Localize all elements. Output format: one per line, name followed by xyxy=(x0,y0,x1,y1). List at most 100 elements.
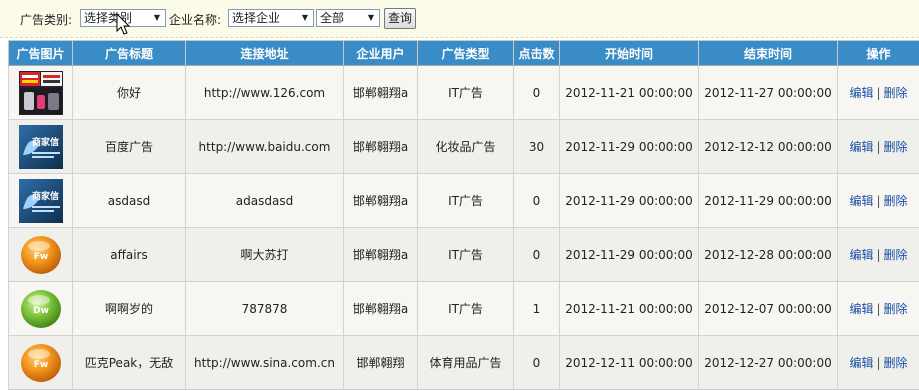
ad-end: 2012-12-27 00:00:00 xyxy=(698,335,838,390)
ad-start: 2012-12-11 00:00:00 xyxy=(559,335,699,390)
ad-actions: 编辑 | 删除 xyxy=(837,227,919,282)
ad-start: 2012-11-29 00:00:00 xyxy=(559,227,699,282)
dreamweaver-logo-icon[interactable]: Dw xyxy=(19,287,63,331)
ad-thumbnail-image[interactable]: 商家信 xyxy=(18,124,63,169)
col-header-image[interactable]: 广告图片 xyxy=(8,40,73,66)
ad-user: 邯郸翱翔a xyxy=(343,173,418,228)
company-label: 企业名称: xyxy=(169,13,222,27)
action-separator: | xyxy=(876,86,881,100)
company-select-value: 选择企业 xyxy=(232,11,281,25)
table-header-row: 广告图片 广告标题 连接地址 企业用户 广告类型 点击数 开始时间 结束时间 操… xyxy=(8,40,919,66)
query-button[interactable]: 查询 xyxy=(384,8,416,29)
chevron-down-icon: ▼ xyxy=(153,13,161,22)
ad-end: 2012-12-12 00:00:00 xyxy=(698,119,838,174)
ad-type: IT广告 xyxy=(417,65,514,120)
ad-user: 邯郸翱翔 xyxy=(343,335,418,390)
edit-link[interactable]: 编辑 xyxy=(849,356,873,370)
ad-thumbnail-image[interactable]: 商家信 xyxy=(18,178,63,223)
logo-text: Dw xyxy=(33,306,49,316)
delete-link[interactable]: 删除 xyxy=(884,302,908,316)
fireworks-logo-icon[interactable]: Fw xyxy=(19,233,63,277)
delete-link[interactable]: 删除 xyxy=(884,194,908,208)
action-separator: | xyxy=(876,356,881,370)
mouse-cursor-icon xyxy=(116,13,131,35)
delete-link[interactable]: 删除 xyxy=(884,356,908,370)
ad-type: 化妆品广告 xyxy=(417,119,514,174)
ad-image-cell xyxy=(8,65,73,120)
ad-user: 邯郸翱翔a xyxy=(343,65,418,120)
ad-type: 体育用品广告 xyxy=(417,335,514,390)
edit-link[interactable]: 编辑 xyxy=(849,302,873,316)
col-header-start[interactable]: 开始时间 xyxy=(559,40,699,66)
ad-type: IT广告 xyxy=(417,281,514,336)
filter-toolbar: 广告类别: 选择类别 ▼ 企业名称: 选择企业 ▼ 全部 ▼ 查询 xyxy=(0,0,919,38)
ad-url: adasdasd xyxy=(185,173,344,228)
ad-type: IT广告 xyxy=(417,227,514,282)
ad-image-cell: Fw xyxy=(8,335,73,390)
table-row: 你好 http://www.126.com 邯郸翱翔a IT广告 0 2012-… xyxy=(8,65,919,120)
col-header-type[interactable]: 广告类型 xyxy=(417,40,514,66)
ad-title: 百度广告 xyxy=(72,119,186,174)
ad-thumbnail-image[interactable] xyxy=(18,70,63,115)
ad-clicks: 0 xyxy=(513,65,560,120)
ad-end: 2012-11-29 00:00:00 xyxy=(698,173,838,228)
ad-url: http://www.sina.com.cn xyxy=(185,335,344,390)
table-row: Fw affairs 啊大苏打 邯郸翱翔a IT广告 0 2012-11-29 … xyxy=(8,227,919,282)
table-row: 商家信 百度广告 http://www.baidu.com 邯郸翱翔a 化妆品广… xyxy=(8,119,919,174)
ad-user: 邯郸翱翔a xyxy=(343,119,418,174)
ad-image-cell: Dw xyxy=(8,281,73,336)
fireworks-logo-icon[interactable]: Fw xyxy=(19,341,63,385)
ad-title: 啊啊岁的 xyxy=(72,281,186,336)
col-header-clicks[interactable]: 点击数 xyxy=(513,40,560,66)
ad-clicks: 0 xyxy=(513,227,560,282)
table-row: 商家信 asdasd adasdasd 邯郸翱翔a IT广告 0 2012-11… xyxy=(8,173,919,228)
ad-title: affairs xyxy=(72,227,186,282)
edit-link[interactable]: 编辑 xyxy=(849,194,873,208)
chevron-down-icon: ▼ xyxy=(367,13,375,22)
edit-link[interactable]: 编辑 xyxy=(849,86,873,100)
delete-link[interactable]: 删除 xyxy=(884,86,908,100)
ad-clicks: 0 xyxy=(513,173,560,228)
ad-image-cell: 商家信 xyxy=(8,173,73,228)
ad-end: 2012-12-07 00:00:00 xyxy=(698,281,838,336)
delete-link[interactable]: 删除 xyxy=(884,140,908,154)
ad-clicks: 0 xyxy=(513,335,560,390)
ad-user: 邯郸翱翔a xyxy=(343,281,418,336)
ad-image-cell: 商家信 xyxy=(8,119,73,174)
ad-actions: 编辑 | 删除 xyxy=(837,281,919,336)
category-label: 广告类别: xyxy=(20,13,73,27)
ad-url: http://www.baidu.com xyxy=(185,119,344,174)
ads-table: 广告图片 广告标题 连接地址 企业用户 广告类型 点击数 开始时间 结束时间 操… xyxy=(8,40,919,390)
ad-image-cell: Fw xyxy=(8,227,73,282)
action-separator: | xyxy=(876,302,881,316)
chevron-down-icon: ▼ xyxy=(301,13,309,22)
ad-actions: 编辑 | 删除 xyxy=(837,173,919,228)
ad-start: 2012-11-21 00:00:00 xyxy=(559,65,699,120)
col-header-user[interactable]: 企业用户 xyxy=(343,40,418,66)
ad-thumb-text: 商家信 xyxy=(32,136,59,148)
scope-select[interactable]: 全部 ▼ xyxy=(316,9,380,27)
ad-actions: 编辑 | 删除 xyxy=(837,65,919,120)
table-row: Fw 匹克Peak，无敌 http://www.sina.com.cn 邯郸翱翔… xyxy=(8,335,919,390)
col-header-title[interactable]: 广告标题 xyxy=(72,40,186,66)
col-header-end[interactable]: 结束时间 xyxy=(698,40,838,66)
ads-table-container: 广告图片 广告标题 连接地址 企业用户 广告类型 点击数 开始时间 结束时间 操… xyxy=(8,40,919,391)
edit-link[interactable]: 编辑 xyxy=(849,248,873,262)
col-header-actions: 操作 xyxy=(837,40,919,66)
ad-user: 邯郸翱翔a xyxy=(343,227,418,282)
ad-title: 你好 xyxy=(72,65,186,120)
action-separator: | xyxy=(876,194,881,208)
ad-actions: 编辑 | 删除 xyxy=(837,119,919,174)
ad-clicks: 30 xyxy=(513,119,560,174)
ad-start: 2012-11-29 00:00:00 xyxy=(559,173,699,228)
ad-clicks: 1 xyxy=(513,281,560,336)
action-separator: | xyxy=(876,140,881,154)
ad-title: 匹克Peak，无敌 xyxy=(72,335,186,390)
ad-url: 787878 xyxy=(185,281,344,336)
delete-link[interactable]: 删除 xyxy=(884,248,908,262)
logo-text: Fw xyxy=(33,360,47,370)
edit-link[interactable]: 编辑 xyxy=(849,140,873,154)
ad-url: 啊大苏打 xyxy=(185,227,344,282)
company-select[interactable]: 选择企业 ▼ xyxy=(228,9,314,27)
col-header-url[interactable]: 连接地址 xyxy=(185,40,344,66)
